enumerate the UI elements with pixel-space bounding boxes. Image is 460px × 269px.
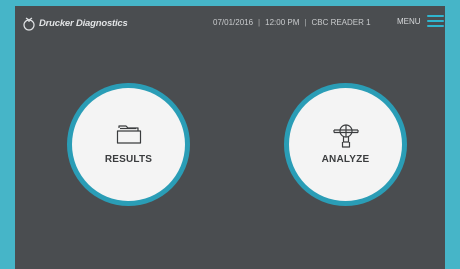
- date-text: 07/01/2016: [213, 18, 254, 27]
- results-label: RESULTS: [104, 154, 153, 165]
- top-bar: Drucker Diagnostics 07/01/2016 | 12:00 P…: [15, 6, 445, 40]
- analyze-button-face: ANALYZE: [289, 88, 402, 201]
- hamburger-menu-icon[interactable]: [426, 15, 444, 27]
- folder-icon: [116, 125, 141, 144]
- microscope-reader-icon: [332, 124, 359, 148]
- analyze-button[interactable]: ANALYZE: [284, 83, 407, 206]
- menu-button[interactable]: MENU: [397, 15, 444, 27]
- time-text: 12:00 PM: [265, 18, 300, 27]
- menu-label: MENU: [397, 16, 421, 26]
- status-info: 07/01/2016 | 12:00 PM | CBC READER 1: [213, 18, 371, 27]
- brand: Drucker Diagnostics: [22, 15, 128, 31]
- brand-name: Drucker Diagnostics: [39, 17, 128, 29]
- app-screen: Drucker Diagnostics 07/01/2016 | 12:00 P…: [15, 6, 445, 269]
- drucker-logo-icon: [23, 17, 35, 31]
- device-name: CBC READER 1: [311, 18, 371, 27]
- analyze-label: ANALYZE: [321, 154, 370, 165]
- results-button-face: RESULTS: [72, 88, 185, 201]
- results-button[interactable]: RESULTS: [67, 83, 190, 206]
- separator: |: [304, 18, 307, 27]
- separator: |: [258, 18, 261, 27]
